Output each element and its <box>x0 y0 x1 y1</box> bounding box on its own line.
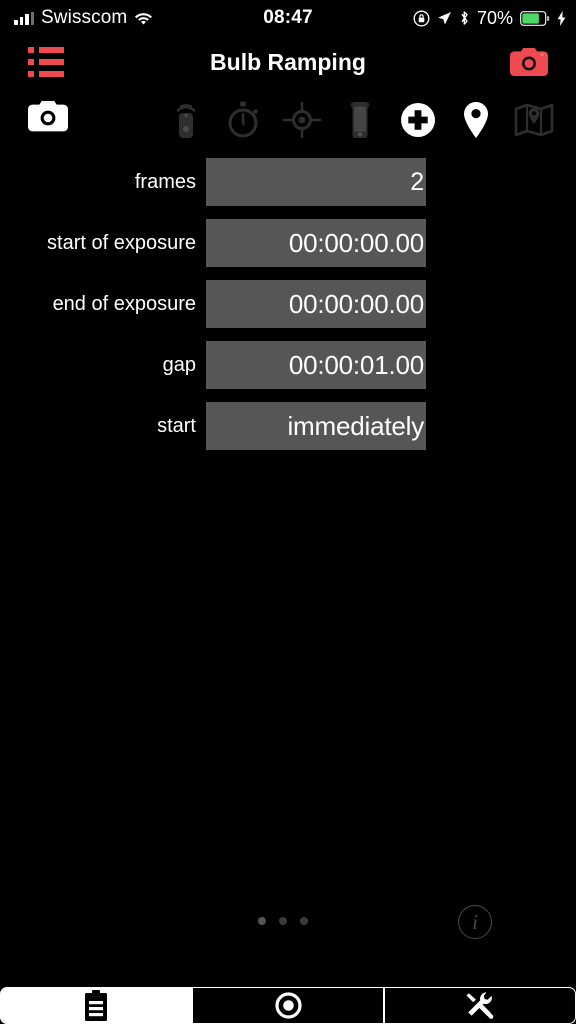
page-indicator[interactable] <box>258 917 308 925</box>
plus-circle-icon[interactable] <box>396 98 440 142</box>
clipboard-tab[interactable] <box>0 987 192 1024</box>
end-of-exposure-input[interactable]: 00:00:00.00 <box>206 280 426 328</box>
shutter-tab[interactable] <box>192 987 384 1024</box>
field-row-frames: frames 2 <box>0 158 576 206</box>
field-label: frames <box>134 170 196 193</box>
tab-bar <box>0 987 576 1024</box>
record-circle-icon <box>274 992 302 1019</box>
start-of-exposure-input[interactable]: 00:00:00.00 <box>206 219 426 267</box>
page-dot <box>279 917 287 925</box>
field-value: immediately <box>287 410 424 441</box>
settings-form: frames 2 start of exposure 00:00:00.00 e… <box>0 158 576 463</box>
icon-toolbar <box>0 94 576 148</box>
status-bar-right: 70% <box>413 8 566 29</box>
nav-bar: Bulb Ramping <box>0 36 576 88</box>
field-label: start <box>157 414 196 437</box>
field-row-end-of-exposure: end of exposure 00:00:00.00 <box>0 280 576 328</box>
battery-icon <box>520 10 550 26</box>
tools-icon <box>465 991 495 1021</box>
bluetooth-icon <box>459 10 470 26</box>
app-screen: Swisscom 08:47 70% Bulb Ramping frames 2… <box>0 0 576 1024</box>
map-icon[interactable] <box>512 98 556 142</box>
battery-percent-label: 70% <box>476 7 513 28</box>
status-bar: Swisscom 08:47 70% <box>0 0 576 36</box>
remote-icon[interactable] <box>164 98 208 142</box>
field-value: 00:00:00.00 <box>288 227 424 258</box>
field-value: 00:00:00.00 <box>288 288 424 319</box>
frames-input[interactable]: 2 <box>206 158 426 206</box>
field-value: 00:00:01.00 <box>288 349 424 380</box>
gap-input[interactable]: 00:00:01.00 <box>206 341 426 389</box>
location-pin-icon[interactable] <box>454 98 498 142</box>
stopwatch-icon[interactable] <box>222 98 266 142</box>
clipboard-icon <box>83 990 109 1021</box>
field-value: 2 <box>410 167 424 196</box>
toolbar-icon-group <box>164 98 556 142</box>
field-row-start: start immediately <box>0 402 576 450</box>
field-label: end of exposure <box>52 292 196 315</box>
field-label: gap <box>162 353 196 376</box>
field-label: start of exposure <box>47 231 196 254</box>
field-row-start-of-exposure: start of exposure 00:00:00.00 <box>0 219 576 267</box>
start-input[interactable]: immediately <box>206 402 426 450</box>
info-button-label: i <box>472 909 478 934</box>
location-arrow-icon <box>437 11 452 26</box>
page-dot <box>300 917 308 925</box>
rotation-lock-icon <box>413 10 430 27</box>
crosshair-icon[interactable] <box>280 98 324 142</box>
page-dot <box>258 917 266 925</box>
page-title: Bulb Ramping <box>210 48 366 75</box>
toolbar-camera-icon[interactable] <box>28 100 68 132</box>
camera-icon[interactable] <box>510 47 548 77</box>
field-row-gap: gap 00:00:01.00 <box>0 341 576 389</box>
device-icon[interactable] <box>338 98 382 142</box>
charging-bolt-icon <box>557 10 566 26</box>
info-button[interactable]: i <box>458 905 492 939</box>
tools-tab[interactable] <box>384 987 576 1024</box>
